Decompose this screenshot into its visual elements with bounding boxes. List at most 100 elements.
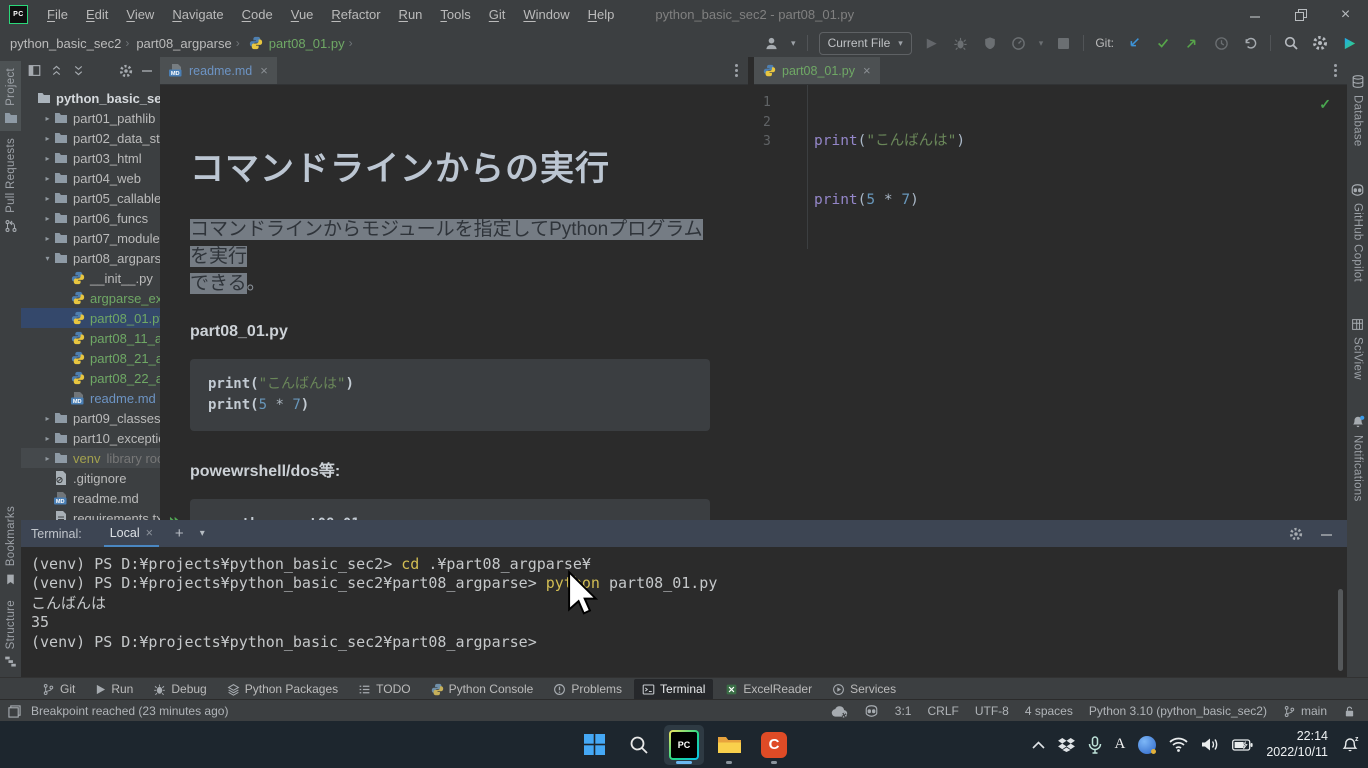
tab-options-kebab-icon[interactable] (1334, 63, 1337, 78)
chevron-down-icon[interactable]: ▾ (1039, 38, 1044, 49)
tree-row[interactable]: MD readme.md (21, 488, 160, 508)
menu-item[interactable]: File (38, 0, 77, 29)
tree-expand-icon[interactable]: ▸ (42, 214, 53, 223)
tree-row[interactable]: ▸ part01_pathlib (21, 108, 160, 128)
debug-button[interactable] (952, 34, 970, 52)
tree-row[interactable]: ▸ venv library root (21, 448, 160, 468)
user-account-icon[interactable] (762, 34, 780, 52)
terminal-output[interactable]: (venv) PS D:¥projects¥python_basic_sec2>… (21, 547, 1347, 677)
tree-row[interactable]: ▸ part05_callable (21, 188, 160, 208)
lock-icon[interactable] (1343, 705, 1356, 718)
tree-row[interactable]: ▾ part08_argparse (21, 248, 160, 268)
tool-window-button[interactable]: Run (87, 679, 141, 700)
tree-row[interactable]: .gitignore (21, 468, 160, 488)
tree-expand-icon[interactable]: ▸ (42, 454, 53, 463)
inspections-ok-icon[interactable]: ✓ (1319, 96, 1331, 113)
minimize-button[interactable] (1233, 0, 1278, 29)
tree-row[interactable]: ▸ part09_classes (21, 408, 160, 428)
tree-expand-icon[interactable]: ▸ (42, 194, 53, 203)
taskbar-camtasia-icon[interactable]: C (754, 725, 794, 765)
menu-item[interactable]: Vue (282, 0, 323, 29)
tool-window-button[interactable]: Git (34, 679, 83, 700)
run-button[interactable]: ▶ (923, 34, 941, 52)
close-tab-icon[interactable]: × (260, 63, 268, 78)
close-tab-icon[interactable]: × (863, 63, 871, 78)
menu-item[interactable]: Window (514, 0, 578, 29)
code-area[interactable]: print("こんばんは") print(5 * 7) (808, 85, 965, 249)
tree-row[interactable]: part08_11_argv. (21, 328, 160, 348)
tree-expand-icon[interactable]: ▸ (42, 114, 53, 123)
breadcrumb-item[interactable]: part08_01.py › (247, 34, 353, 52)
settings-gear-icon[interactable] (1311, 34, 1329, 52)
tree-row[interactable]: MD readme.md (21, 388, 160, 408)
stop-button[interactable] (1054, 34, 1072, 52)
tool-window-switcher-icon[interactable] (8, 705, 21, 718)
git-branch-widget[interactable]: main (1283, 704, 1327, 718)
tree-row[interactable]: ▸ part03_html (21, 148, 160, 168)
tool-window-button[interactable]: Structure (0, 593, 21, 675)
tray-battery-icon[interactable] (1232, 739, 1253, 751)
tree-row[interactable]: part08_21_argpa (21, 348, 160, 368)
breadcrumb-item[interactable]: part08_argparse › (136, 36, 239, 51)
code-editor[interactable]: 123 print("こんばんは") print(5 * 7) ✓ (754, 85, 1347, 249)
tree-expand-icon[interactable]: ▸ (42, 134, 53, 143)
tool-window-button[interactable]: Terminal (634, 679, 713, 700)
tree-expand-icon[interactable]: ▸ (42, 434, 53, 443)
cloud-sync-icon[interactable] (831, 705, 848, 718)
profiler-button[interactable] (1010, 34, 1028, 52)
hide-panel-icon[interactable] (142, 65, 153, 76)
line-separator[interactable]: CRLF (927, 704, 958, 718)
menu-item[interactable]: Tools (431, 0, 479, 29)
menu-item[interactable]: Refactor (322, 0, 389, 29)
tool-window-button[interactable]: Problems (545, 679, 630, 700)
close-tab-icon[interactable]: × (146, 526, 153, 540)
chevron-down-icon[interactable]: ▾ (791, 38, 796, 49)
tree-row[interactable]: ▸ part10_exceptions (21, 428, 160, 448)
tool-window-button[interactable]: Notifications (1347, 408, 1368, 509)
new-terminal-session-icon[interactable]: + (175, 525, 184, 542)
tree-row[interactable]: python_basic_sec2 D: (21, 88, 160, 108)
menu-item[interactable]: Run (390, 0, 432, 29)
menu-item[interactable]: Git (480, 0, 515, 29)
tool-window-button[interactable]: Bookmarks (0, 499, 21, 592)
tree-row[interactable]: part08_22_argpa (21, 368, 160, 388)
tray-chevron-up-icon[interactable] (1032, 741, 1045, 749)
tray-microphone-icon[interactable] (1088, 736, 1102, 754)
tree-row[interactable]: __init__.py (21, 268, 160, 288)
git-push-button[interactable] (1183, 34, 1201, 52)
collapse-all-icon[interactable] (72, 64, 85, 77)
ime-mode-indicator[interactable]: A (1115, 736, 1126, 753)
tree-expand-icon[interactable]: ▸ (42, 154, 53, 163)
tray-app-icon[interactable] (1138, 736, 1156, 754)
taskbar-explorer-icon[interactable] (709, 725, 749, 765)
menu-item[interactable]: View (117, 0, 163, 29)
terminal-tab-local[interactable]: Local × (104, 520, 159, 547)
run-configuration-select[interactable]: Current File ▾ (819, 32, 912, 55)
tool-window-button[interactable]: Debug (145, 679, 214, 700)
tool-window-button[interactable]: Pull Requests (0, 131, 21, 240)
tree-expand-icon[interactable]: ▸ (42, 414, 53, 423)
settings-gear-icon[interactable] (119, 64, 133, 78)
tool-window-button[interactable]: TODO (350, 679, 418, 700)
history-button[interactable] (1212, 34, 1230, 52)
caret-position[interactable]: 3:1 (895, 704, 912, 718)
python-interpreter[interactable]: Python 3.10 (python_basic_sec2) (1089, 704, 1267, 718)
close-button[interactable]: × (1323, 0, 1368, 29)
menu-item[interactable]: Code (233, 0, 282, 29)
tree-row[interactable]: ▸ part06_funcs (21, 208, 160, 228)
taskbar-pycharm-icon[interactable]: PC (664, 725, 704, 765)
select-opened-file-icon[interactable] (28, 64, 41, 77)
git-commit-button[interactable] (1154, 34, 1172, 52)
start-button[interactable] (574, 725, 614, 765)
taskbar-clock[interactable]: 22:14 2022/10/11 (1266, 729, 1328, 760)
tree-row[interactable]: part08_01.py (21, 308, 160, 328)
indent-setting[interactable]: 4 spaces (1025, 704, 1073, 718)
restore-button[interactable] (1278, 0, 1323, 29)
status-message[interactable]: Breakpoint reached (23 minutes ago) (31, 704, 228, 718)
run-command-icon[interactable]: » (168, 511, 181, 520)
tool-window-button[interactable]: Database (1347, 67, 1368, 154)
tree-expand-icon[interactable]: ▸ (42, 174, 53, 183)
tree-row[interactable]: argparse_examp (21, 288, 160, 308)
menu-item[interactable]: Edit (77, 0, 117, 29)
coverage-button[interactable] (981, 34, 999, 52)
